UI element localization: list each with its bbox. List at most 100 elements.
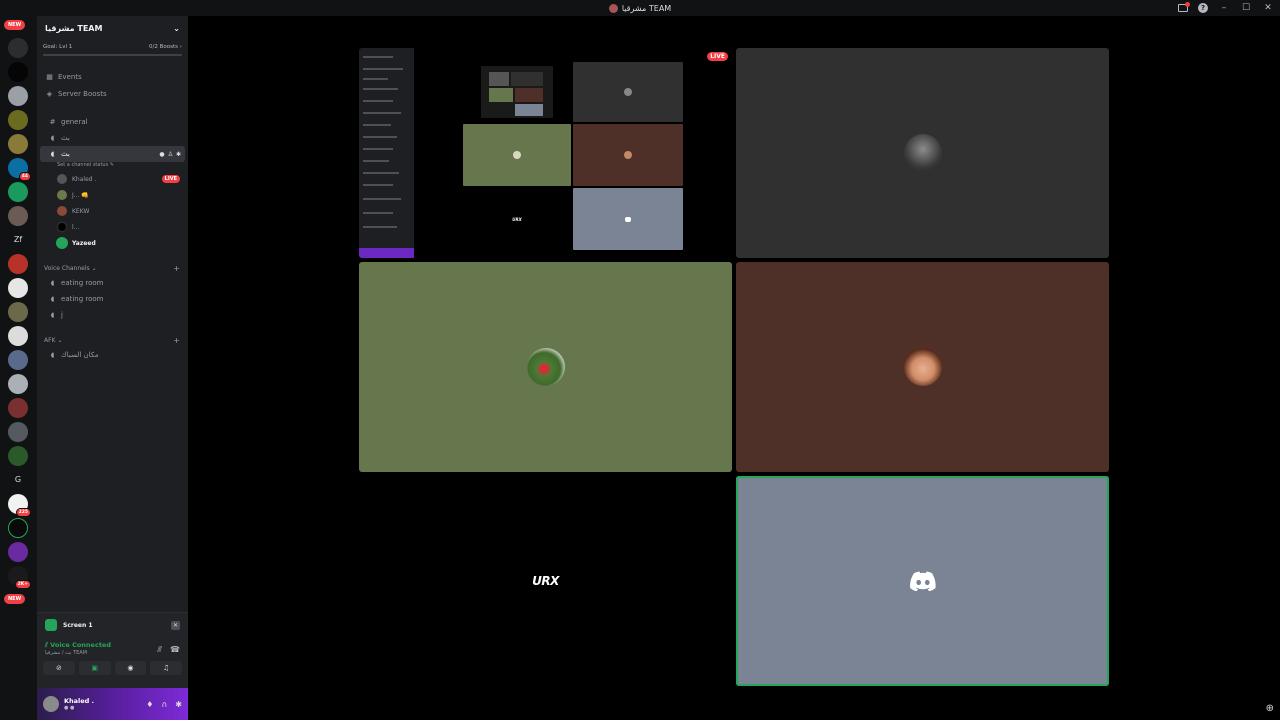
stream-tile[interactable]: URX LIVE [359,48,732,258]
events-item[interactable]: ▦ Events [37,68,188,85]
voice-user[interactable]: Yazeed [37,235,188,251]
calendar-icon: ▦ [46,72,53,81]
server-name: مشرقيا TEAM [45,23,103,33]
server-boosts-item[interactable]: ◈ Server Boosts [37,85,188,102]
server-icon[interactable]: 44 [8,158,31,181]
channel-label: بث [61,150,70,158]
server-icon[interactable] [8,110,28,130]
server-icon[interactable] [8,398,28,418]
user-name: Khaled . [64,697,95,705]
server-icon[interactable] [8,62,28,82]
server-icon[interactable] [8,542,28,562]
channel-status[interactable]: Set a channel status ✎ [37,162,188,171]
add-channel-icon[interactable]: + [173,264,180,273]
voice-user[interactable]: J... 👊 [37,187,188,203]
stop-stream-icon[interactable]: ✕ [171,620,180,630]
server-icon[interactable] [8,374,28,394]
chevron-down-icon: ⌄ [57,336,63,344]
channel-voice-active[interactable]: ◖ بث ● ♙ ✱ [40,146,185,162]
new-badge: NEW [4,20,26,30]
participant-tile[interactable] [359,262,732,472]
server-icon[interactable] [8,518,28,538]
server-icon[interactable] [8,350,28,370]
server-icon[interactable]: 225 [8,494,31,517]
hashtag-icon: # [49,118,56,126]
help-icon[interactable]: ? [1198,3,1208,13]
voice-channel[interactable]: ◖ j [40,307,185,323]
title-bar: مشرقيا TEAM ? – ☐ ✕ [0,0,1280,16]
popout-icon[interactable]: ⊕ [1266,703,1274,714]
voice-channel-path: بث / مشرقيا TEAM [45,650,88,656]
server-header[interactable]: مشرقيا TEAM ⌄ [37,16,188,40]
avatar[interactable] [43,696,59,712]
activity-button[interactable]: ◉ [114,661,147,675]
screen-share-button[interactable]: ▣ [78,661,111,675]
chevron-right-icon: › [179,44,182,50]
server-icon[interactable]: G [8,470,28,490]
user-status: ● ● [64,705,75,711]
server-icon[interactable]: Zf [8,230,28,250]
participant-tile[interactable] [736,262,1109,472]
headphones-icon[interactable]: ∩ [161,700,167,709]
channel-label: eating room [61,279,104,287]
voice-status[interactable]: ⫽ Voice Connected [45,641,111,650]
server-icon[interactable] [8,302,28,322]
voice-channel[interactable]: ◖ مكان السباك [40,347,185,363]
voice-user[interactable]: Khaled . LIVE [37,171,188,187]
server-icon[interactable] [8,278,28,298]
camera-button[interactable]: ⊘ [43,661,75,675]
window-title: مشرقيا TEAM [608,3,672,13]
voice-stage: URX LIVE URX ⊕ [188,16,1280,720]
disconnect-icon[interactable]: ☎ [170,645,180,655]
speaker-icon: ◖ [50,150,55,158]
voice-user[interactable]: KEKW [37,203,188,219]
signal-icon: ⫽ [45,641,48,649]
server-icon[interactable] [8,206,28,226]
server-icon[interactable]: 2K+ [8,566,31,589]
voice-user[interactable]: l... [37,219,188,235]
channel-general[interactable]: # general [40,114,185,130]
noise-suppression-icon[interactable]: ⫻ [157,645,162,655]
avatar [903,348,942,386]
category-voice[interactable]: Voice Channels ⌄ + [37,261,188,275]
server-icon[interactable] [8,86,28,106]
server-icon[interactable] [8,446,28,466]
avatar [526,348,565,386]
gear-icon[interactable]: ✱ [176,151,181,158]
minimize-icon[interactable]: – [1218,0,1230,16]
inbox-icon[interactable] [1178,2,1190,12]
avatar [57,190,67,200]
mini-tile [573,62,683,122]
window-title-text: مشرقيا TEAM [621,3,672,13]
microphone-icon[interactable]: ♦ [146,700,153,709]
boost-goal[interactable]: Goal: Lvl 1 0/2 Boosts › [37,40,188,50]
participant-tile[interactable]: URX [359,476,732,686]
channel-sidebar: مشرقيا TEAM ⌄ Goal: Lvl 1 0/2 Boosts › ▦… [37,16,188,720]
server-icon[interactable] [8,134,28,154]
gear-icon[interactable]: ✱ [175,700,182,709]
screen-thumbnail[interactable] [45,619,57,631]
boost-icon: ◈ [46,89,53,98]
invite-icon[interactable]: ♙ [168,151,173,158]
soundboard-button[interactable]: ♫ [150,661,182,675]
speaker-icon: ◖ [50,351,55,359]
home-icon[interactable] [8,38,28,58]
server-icon[interactable] [8,254,28,274]
voice-channel[interactable]: ◖ eating room [40,275,185,291]
category-afk[interactable]: AFK ⌄ + [37,333,188,347]
category-label: AFK [44,336,56,344]
server-icon[interactable] [8,422,28,442]
add-channel-icon[interactable]: + [173,336,180,345]
channel-text[interactable]: ◖ بث [40,130,185,146]
server-boosts-label: Server Boosts [58,89,107,98]
channel-label: eating room [61,295,104,303]
voice-channel[interactable]: ◖ eating room [40,291,185,307]
close-icon[interactable]: ✕ [1262,0,1274,16]
participant-tile-speaking[interactable] [736,476,1109,686]
server-icon[interactable] [8,326,28,346]
server-icon[interactable] [8,182,28,202]
chat-icon[interactable]: ● [159,151,164,158]
avatar [57,174,67,184]
participant-tile[interactable] [736,48,1109,258]
maximize-icon[interactable]: ☐ [1240,0,1252,16]
